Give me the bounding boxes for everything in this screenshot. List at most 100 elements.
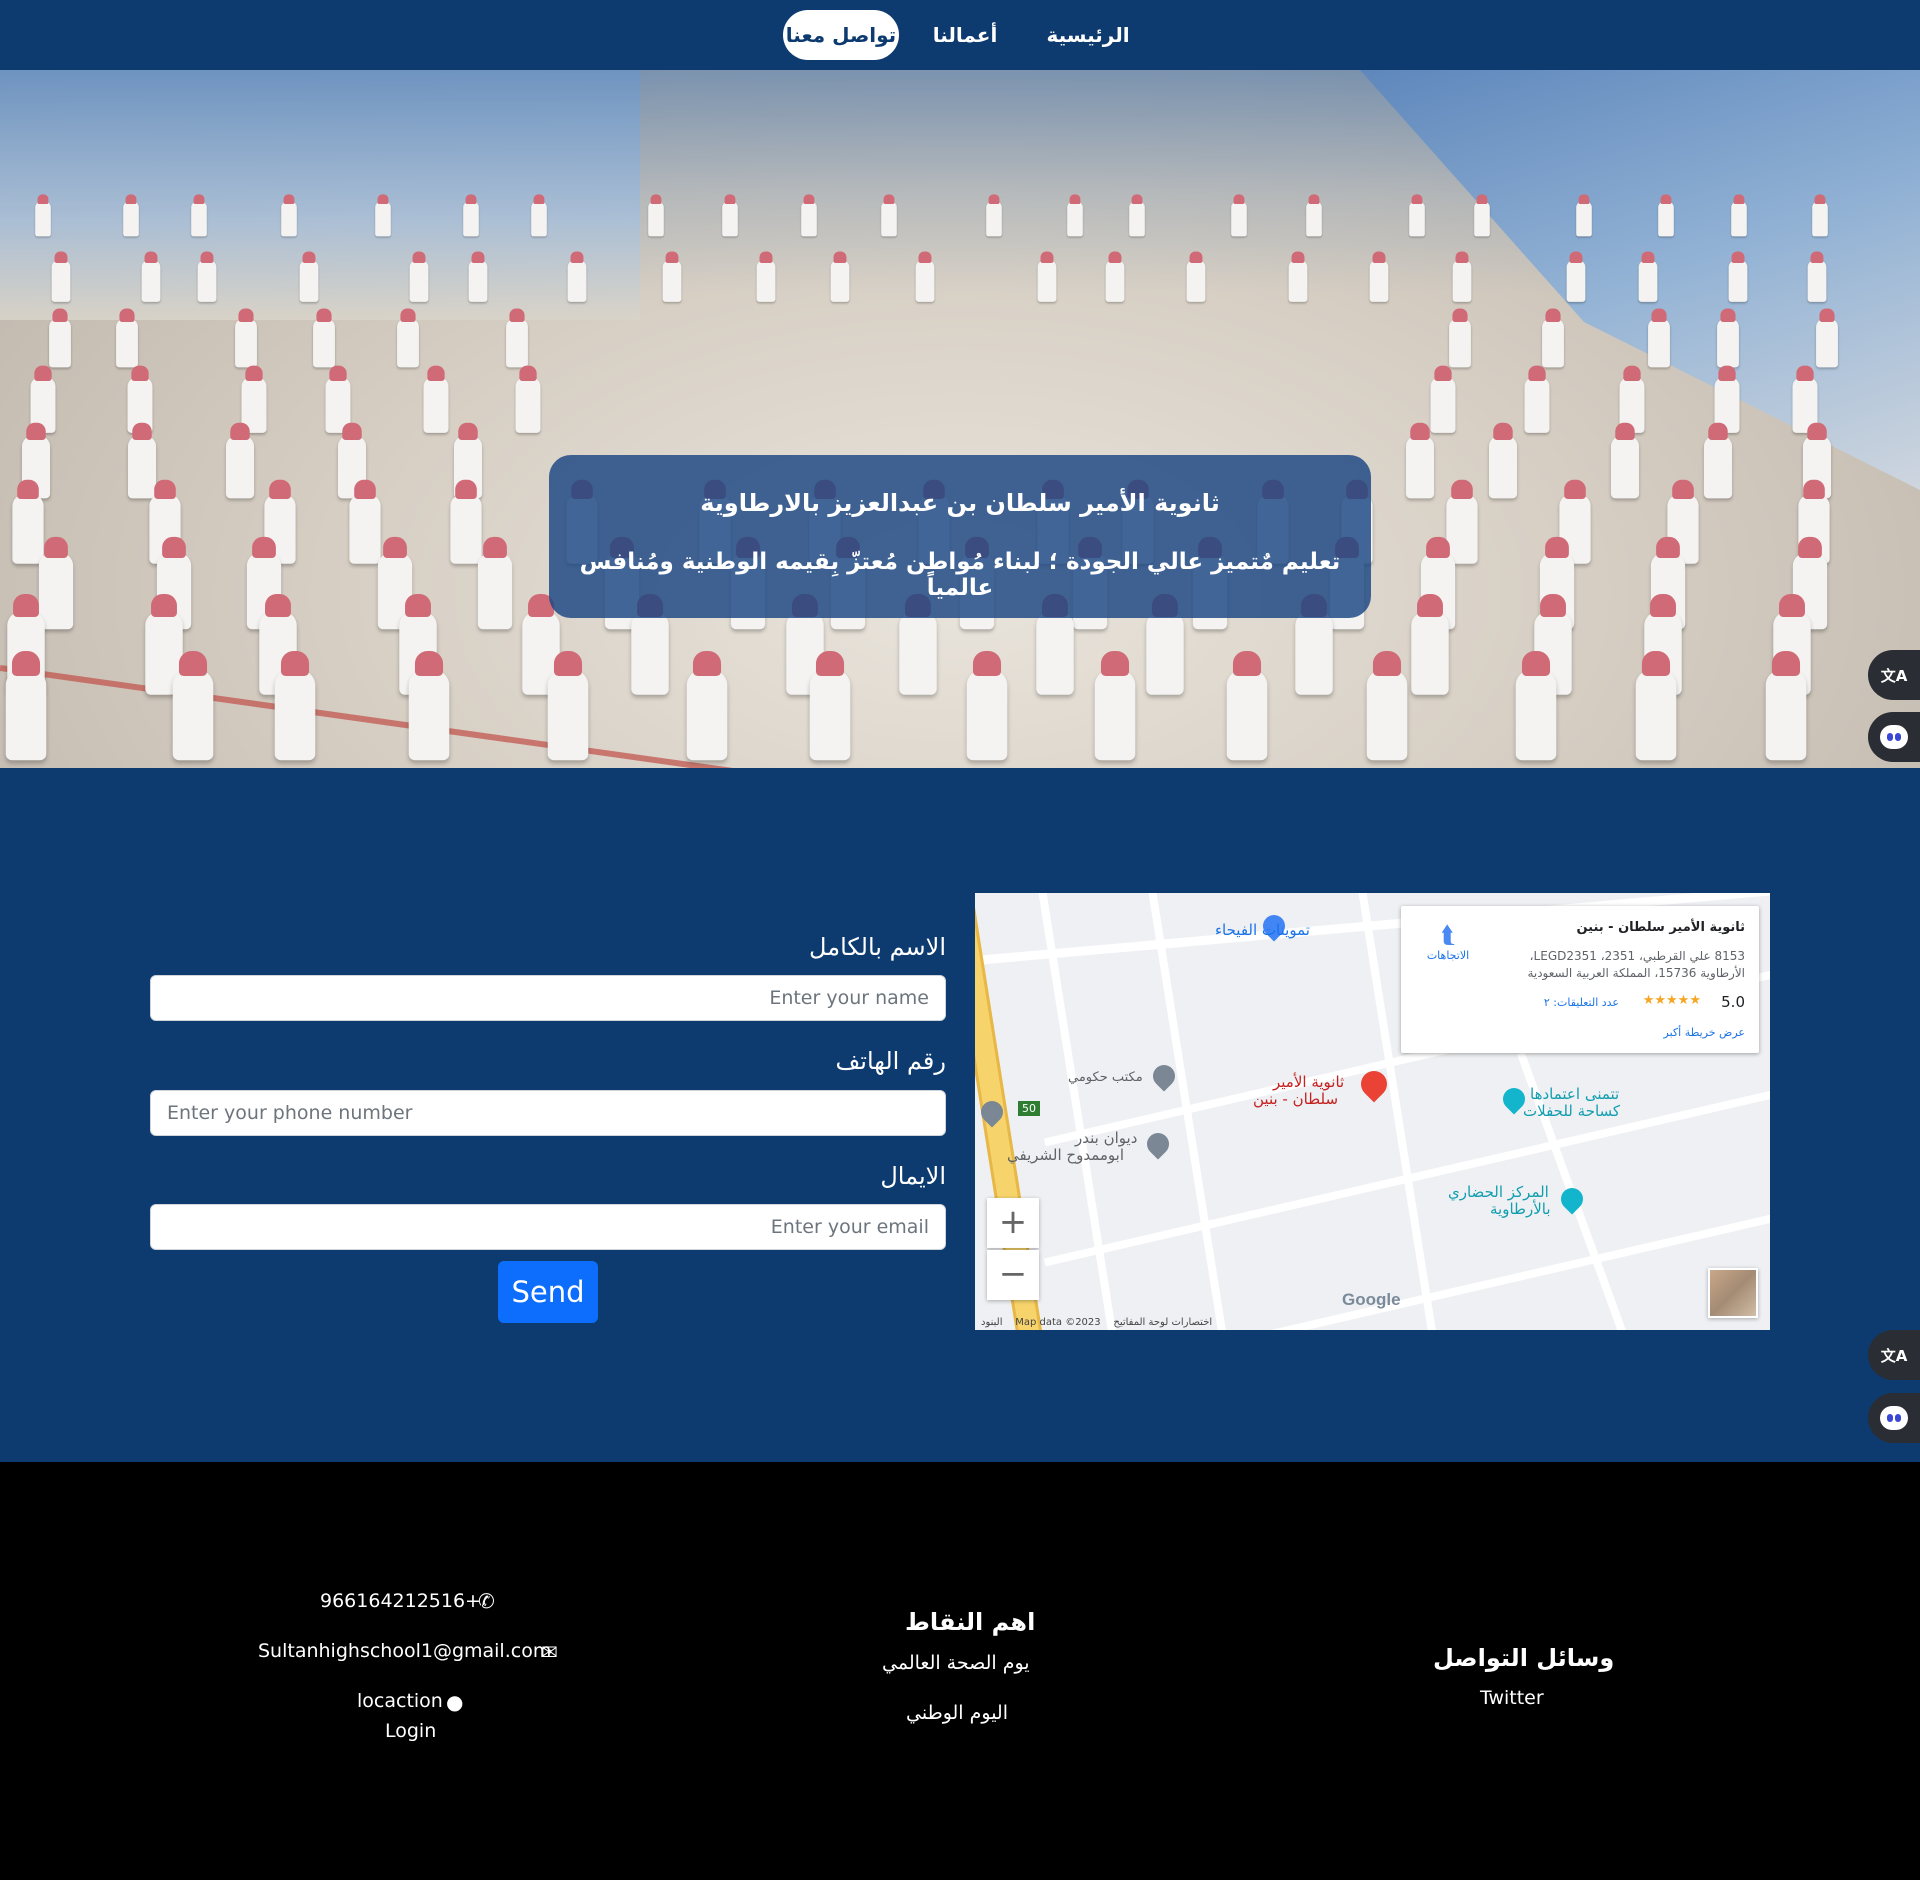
hero-photo-student [1226, 651, 1267, 761]
hero-photo-student [800, 194, 817, 237]
email-input[interactable] [150, 1204, 946, 1250]
hero-photo-student [686, 651, 727, 761]
map-satellite-toggle[interactable] [1708, 1268, 1758, 1318]
nav-contact-link[interactable]: تواصل معنا [783, 10, 899, 60]
footer-login-link[interactable]: Login [385, 1720, 436, 1742]
hero-photo-student [49, 308, 71, 368]
hero-photo-student [1815, 308, 1838, 368]
map-label-hall-line1: تتمنى اعتمادها [1530, 1085, 1620, 1103]
hero-title: ثانوية الأمير سلطان بن عبدالعزيز بالارطا… [700, 489, 1220, 517]
map-pin-diwan[interactable] [1142, 1128, 1174, 1160]
hero-photo-student [408, 651, 449, 761]
hero-photo-student [830, 251, 850, 302]
hero-photo-student [450, 479, 482, 564]
hero-caption-box: ثانوية الأمير سلطان بن عبدالعزيز بالارطا… [549, 455, 1371, 618]
footer-point-item[interactable]: اليوم الوطني [906, 1702, 1008, 1724]
hero-photo-student [1474, 194, 1490, 237]
map-card-larger-map-link[interactable]: عرض خريطة أكبر [1664, 1026, 1745, 1039]
hero-photo-student [515, 365, 541, 433]
translate-icon: 文A [1880, 666, 1908, 685]
hero-photo-student [648, 194, 665, 237]
hero-photo-wall-left [0, 70, 640, 320]
hero-photo-student [226, 422, 255, 499]
hero-photo-student [1294, 593, 1333, 695]
hero-photo-student [127, 422, 156, 499]
translate-float-button[interactable]: 文A [1868, 650, 1920, 700]
top-navbar: الرئيسية أعمالنا تواصل معنا [0, 0, 1920, 70]
map-pin-center[interactable] [1556, 1183, 1588, 1215]
hero-photo-student [1186, 251, 1206, 302]
location-pin-icon: ● [446, 1690, 464, 1714]
hero-photo-student [966, 651, 1008, 761]
map-shortcuts-link[interactable]: اختصارات لوحة المفاتيح [1113, 1317, 1212, 1328]
map-place-card: ثانوية الأمير سلطان - بنين 8153 علي القر… [1401, 906, 1759, 1053]
hero-photo-student [1094, 651, 1136, 761]
hero-photo-student [1288, 251, 1308, 302]
google-logo: Google [1342, 1290, 1401, 1309]
hero-photo-student [1105, 251, 1125, 302]
hero-photo-student [1648, 308, 1671, 368]
map-label-school-line1: ثانوية الأمير [1273, 1073, 1345, 1091]
footer-email[interactable]: Sultanhighschool1@gmail.com [258, 1640, 551, 1662]
map-card-reviews-link[interactable]: عدد التعليقات: ٢ [1544, 996, 1619, 1009]
hero-photo-student [1369, 251, 1389, 302]
assistant-float-button[interactable] [1868, 712, 1920, 762]
map-card-address-line2: الأرطاوية 15736، المملكة العربية السعودي… [1527, 966, 1745, 980]
hero-photo-student [531, 194, 547, 237]
hero-photo-student [1409, 194, 1425, 237]
name-input[interactable] [150, 975, 946, 1021]
google-map-embed[interactable]: تموينات الفيحاء مكتب حكومي ثانوية الأمير… [975, 893, 1770, 1330]
hero-photo-student [1566, 251, 1586, 302]
hero-photo-student [1717, 308, 1739, 368]
hero-photo-student [197, 251, 217, 302]
phone-input[interactable] [150, 1090, 946, 1136]
hero-photo-student [190, 194, 207, 237]
hero-photo-student [141, 251, 161, 302]
nav-home-link[interactable]: الرئيسية [1028, 10, 1148, 60]
hero-photo-student [115, 308, 138, 368]
hero-photo-student [477, 536, 513, 630]
footer-phone[interactable]: 966164212516+ [320, 1590, 481, 1612]
footer-social-twitter[interactable]: Twitter [1480, 1687, 1544, 1709]
translate-float-button-2[interactable]: 文A [1868, 1330, 1920, 1380]
hero-photo-student [1452, 251, 1471, 302]
hero-photo-student [462, 194, 479, 237]
hero-photo-student [1367, 651, 1408, 761]
map-terms-link[interactable]: البنود [981, 1317, 1002, 1328]
translate-icon: 文A [1880, 1346, 1908, 1365]
hero-photo-student [809, 651, 851, 761]
nav-works-link[interactable]: أعمالنا [920, 10, 1010, 60]
map-card-title: ثانوية الأمير سلطان - بنين [1576, 920, 1745, 935]
hero-photo-student [1306, 194, 1323, 237]
hero-photo-student [1541, 308, 1564, 368]
footer-point-item[interactable]: يوم الصحة العالمي [882, 1652, 1030, 1674]
hero-photo-student [1145, 593, 1184, 695]
hero-photo-student [12, 479, 44, 564]
hero-photo-student [1524, 365, 1550, 433]
hero-photo-student [1066, 194, 1083, 237]
hero-photo-student [409, 251, 429, 302]
hero-photo-student [299, 251, 319, 302]
map-label-diwan-line1: ديوان بندر [1075, 1129, 1138, 1147]
footer-location[interactable]: locaction [357, 1690, 443, 1712]
hero-photo-student [1406, 422, 1435, 499]
map-card-stars: ★★★★★ [1642, 993, 1701, 1008]
assistant-float-button-2[interactable] [1868, 1393, 1920, 1443]
hero-photo-student [662, 251, 682, 302]
hero-photo-student [1411, 593, 1450, 695]
hero-photo-student [1703, 422, 1732, 499]
map-label-hall-line2: كساحة للحفلات [1523, 1102, 1621, 1120]
map-card-directions-button[interactable]: ⮬ الاتجاهات [1413, 921, 1483, 962]
map-card-address-line1: 8153 علي القرطبي، 2351، LEGD2351، [1529, 949, 1745, 963]
hero-photo-student [506, 308, 529, 368]
map-data-attribution: Map data ©2023 [1015, 1317, 1101, 1328]
map-zoom-out-button[interactable]: − [987, 1250, 1039, 1300]
hero-photo-student [1430, 365, 1456, 433]
hero-photo-student [1635, 651, 1676, 761]
map-label-school-line2: سلطان - بنين [1253, 1090, 1339, 1108]
map-zoom-in-button[interactable]: + [987, 1198, 1039, 1248]
send-button[interactable]: Send [498, 1261, 598, 1323]
hero-photo-student [547, 651, 588, 761]
hero-photo-student [235, 308, 258, 368]
footer-points-heading: اهم النقاط [905, 1608, 1036, 1636]
